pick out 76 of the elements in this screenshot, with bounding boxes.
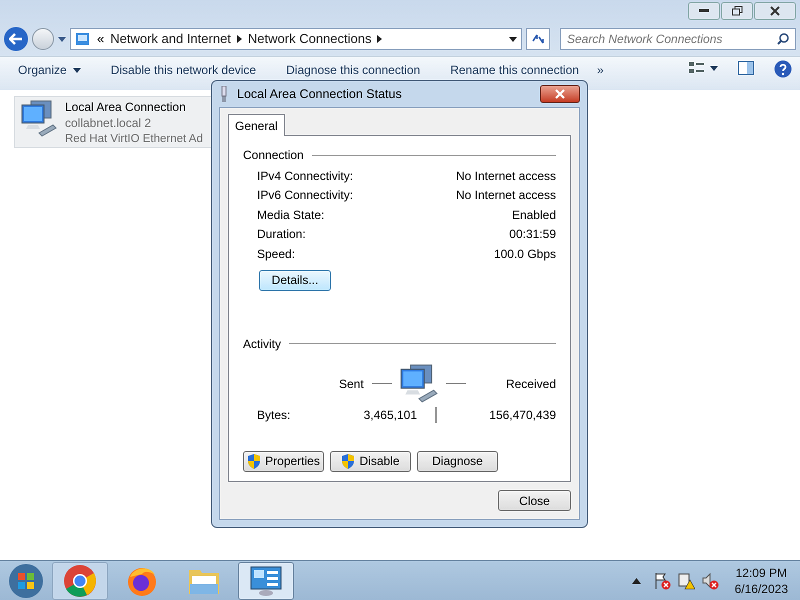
control-panel-icon — [249, 564, 283, 596]
back-arrow-icon — [9, 33, 23, 45]
field-label: Media State: — [257, 206, 324, 224]
breadcrumb-overflow[interactable]: « — [97, 29, 104, 49]
address-bar[interactable]: « Network and Internet Network Connections — [70, 28, 522, 50]
field-label: Duration: — [257, 226, 306, 244]
breadcrumb-item[interactable]: Network Connections — [248, 29, 372, 49]
forward-button[interactable] — [32, 28, 54, 50]
action-button[interactable]: Disable — [330, 450, 411, 472]
breadcrumb-item[interactable]: Network and Internet — [110, 29, 231, 49]
action-button[interactable]: Properties — [243, 450, 324, 472]
browser-icon — [63, 564, 97, 598]
plug-icon — [219, 86, 229, 102]
field-value: No Internet access — [456, 168, 556, 185]
network-name: collabnet.local 2 — [65, 115, 152, 131]
refresh-icon — [531, 33, 545, 45]
section-heading: Activity — [243, 336, 282, 352]
bytes-label: Bytes: — [257, 406, 292, 424]
field-label: IPv4 Connectivity: — [257, 168, 354, 185]
network-computer-icon — [398, 362, 440, 404]
dropdown-icon — [58, 36, 66, 42]
section-heading: Connection — [243, 147, 304, 164]
toolbar-command[interactable]: Diagnose this connection — [286, 61, 420, 79]
dropdown-icon — [72, 68, 81, 72]
sent-label: Sent — [339, 376, 364, 392]
details-button[interactable]: Details... — [259, 270, 331, 290]
toolbar-command[interactable]: Disable this network device — [110, 61, 256, 79]
restore-button[interactable] — [721, 2, 753, 20]
bytes-sent: 3,465,101 — [362, 406, 417, 424]
start-button[interactable] — [6, 562, 46, 598]
taskbar-app[interactable] — [238, 562, 294, 600]
network-adapter-icon — [19, 99, 59, 139]
bytes-received: 156,470,439 — [489, 406, 556, 424]
back-button[interactable] — [4, 27, 28, 51]
close-button[interactable] — [540, 85, 580, 103]
flag-error-icon — [652, 572, 671, 590]
search-icon — [777, 33, 789, 45]
search-field[interactable]: Search Network Connections — [560, 28, 796, 50]
chevron-right-icon — [236, 35, 242, 43]
action-button[interactable]: Diagnose — [417, 450, 498, 472]
network-warning-icon — [676, 572, 695, 590]
field-label: IPv6 Connectivity: — [257, 187, 354, 204]
windows-logo-icon — [8, 562, 44, 598]
toolbar-command[interactable]: Rename this connection — [450, 61, 579, 79]
view-options-icon — [688, 61, 718, 75]
field-value: 100.0 Gbps — [494, 246, 556, 263]
dialog-title: Local Area Connection Status — [237, 86, 403, 103]
close-button[interactable] — [754, 2, 796, 20]
preview-pane-icon — [738, 61, 754, 75]
shield-icon — [247, 454, 262, 468]
close-icon — [770, 6, 780, 16]
restore-icon — [732, 6, 742, 16]
more-commands-button[interactable]: » — [596, 61, 604, 79]
speaker-muted-icon — [700, 572, 719, 590]
field-value: No Internet access — [456, 187, 556, 204]
field-value: 00:31:59 — [509, 226, 556, 244]
connection-name: Local Area Connection — [65, 99, 187, 115]
close-icon — [555, 89, 565, 99]
clock[interactable]: 12:09 PM 6/16/2023 — [734, 564, 788, 596]
chevron-right-icon — [377, 35, 382, 43]
dropdown-icon — [509, 36, 517, 42]
adapter-name: Red Hat VirtIO Ethernet Ad — [65, 132, 203, 147]
minimize-button[interactable] — [688, 2, 720, 20]
organize-menu[interactable]: Organize — [8, 61, 81, 79]
search-input[interactable]: Search Network Connections — [567, 30, 777, 48]
shield-icon — [341, 454, 356, 468]
received-label: Received — [506, 376, 556, 392]
field-value: Enabled — [512, 206, 556, 224]
field-label: Speed: — [257, 246, 296, 263]
dialog-close-button[interactable]: Close — [498, 490, 571, 511]
network-folder-icon — [75, 31, 91, 47]
help-icon — [774, 60, 792, 78]
show-hidden-icons-icon — [632, 578, 641, 584]
refresh-button[interactable] — [526, 28, 550, 50]
minimize-icon — [699, 9, 709, 13]
tab[interactable]: General — [228, 114, 285, 136]
